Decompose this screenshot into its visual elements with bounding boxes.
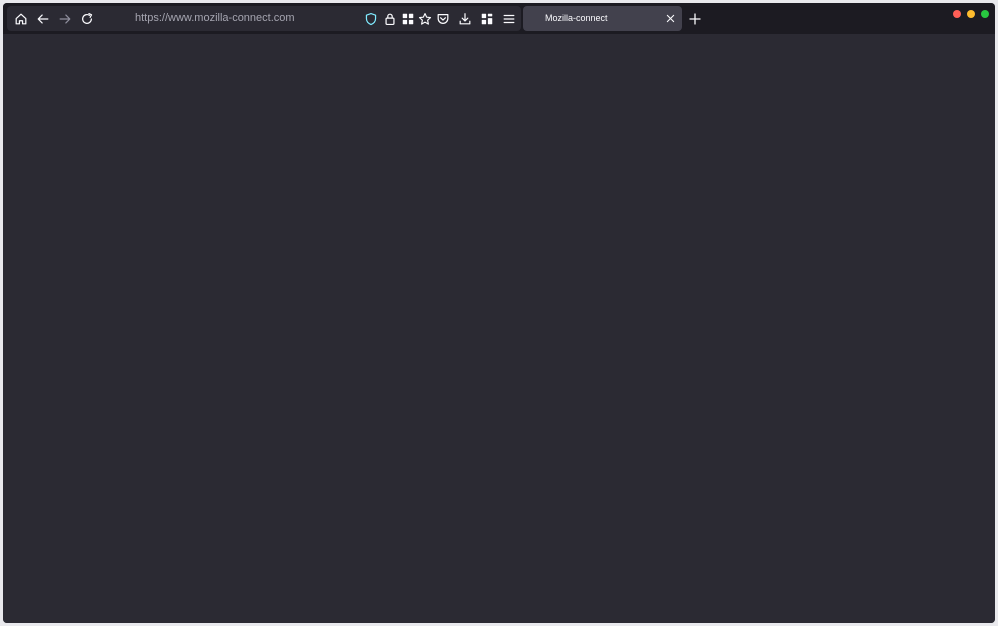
pocket-icon	[437, 13, 449, 24]
lock-icon	[385, 13, 395, 25]
toolbar: https://www.mozilla-connect.com Mozilla-…	[3, 3, 995, 34]
close-tab-button[interactable]	[663, 11, 678, 26]
reload-button[interactable]	[77, 6, 97, 31]
forward-button[interactable]	[55, 6, 75, 31]
bookmark-button[interactable]	[415, 6, 435, 31]
url-input[interactable]: https://www.mozilla-connect.com	[135, 6, 295, 31]
window-maximize-button[interactable]	[981, 10, 989, 18]
tab-mozilla-connect[interactable]: Mozilla-connect	[523, 6, 682, 31]
arrow-right-icon	[59, 13, 71, 24]
window-close-button[interactable]	[953, 10, 961, 18]
widgets-icon	[481, 13, 493, 24]
navigation-bar: https://www.mozilla-connect.com	[7, 6, 521, 31]
star-icon	[418, 12, 432, 25]
containers-button[interactable]	[477, 6, 497, 31]
pocket-button[interactable]	[433, 6, 453, 31]
menu-button[interactable]	[499, 6, 519, 31]
tracking-protection-button[interactable]	[361, 6, 381, 31]
site-security-button[interactable]	[380, 6, 400, 31]
home-icon	[15, 13, 27, 24]
browser-window: https://www.mozilla-connect.com Mozilla-…	[3, 3, 995, 623]
plus-icon	[689, 12, 701, 25]
close-icon	[666, 14, 675, 23]
downloads-button[interactable]	[455, 6, 475, 31]
download-icon	[459, 12, 471, 24]
back-button[interactable]	[33, 6, 53, 31]
arrow-left-icon	[37, 13, 49, 24]
grid-icon	[402, 13, 414, 24]
shield-icon	[365, 12, 377, 25]
reload-icon	[82, 12, 93, 24]
home-button[interactable]	[11, 6, 31, 31]
tab-title: Mozilla-connect	[545, 13, 608, 23]
page-content[interactable]	[3, 34, 995, 623]
hamburger-menu-icon	[503, 14, 515, 23]
window-minimize-button[interactable]	[967, 10, 975, 18]
new-tab-button[interactable]	[685, 6, 705, 31]
